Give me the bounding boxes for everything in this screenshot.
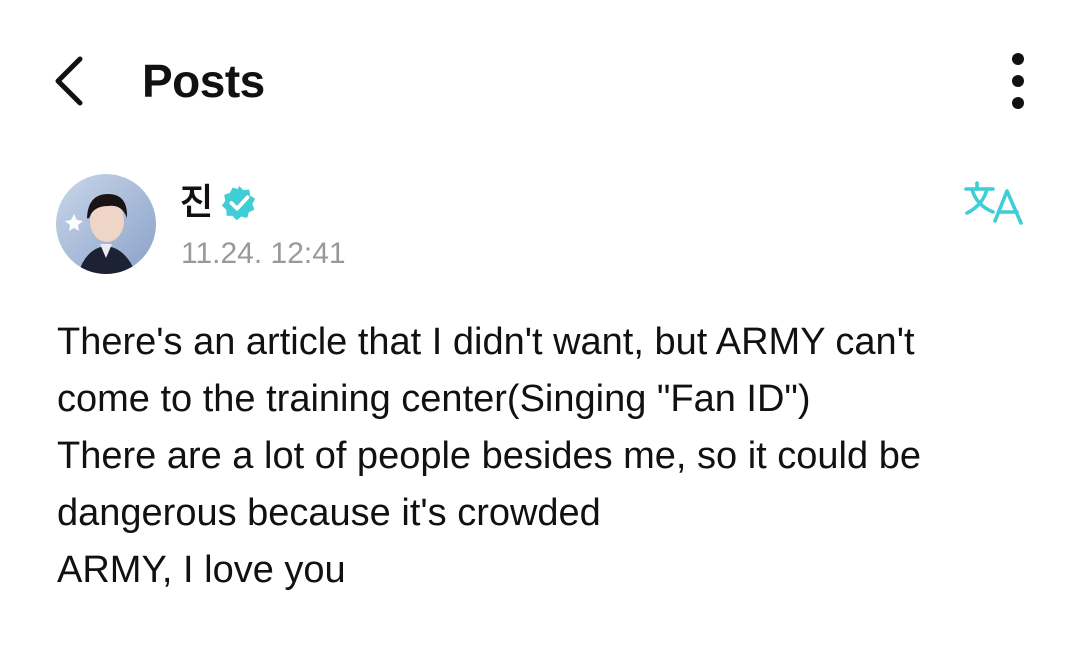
translate-icon [964,181,1023,225]
post-timestamp: 11.24. 12:41 [181,237,346,270]
post-text-line: There are a lot of people besides me, so… [57,435,921,477]
chevron-left-icon [55,56,83,106]
post-text-line: dangerous because it's crowded [57,492,601,534]
post-text-line: There's an article that I didn't want, b… [57,321,915,363]
more-options-button[interactable] [990,46,1046,116]
verified-badge-icon [221,185,256,221]
more-vertical-icon [1012,53,1024,109]
back-button[interactable] [36,46,100,116]
translate-button[interactable] [960,176,1030,232]
app-header: Posts [0,0,1080,160]
post-author-row: 진 11.24. 12:41 [0,170,1080,280]
post-text-line: come to the training center(Singing "Fan… [57,378,811,420]
post-text-line: ARMY, I love you [57,549,346,591]
post-body: There's an article that I didn't want, b… [57,314,1037,599]
avatar[interactable] [56,174,156,274]
page-title: Posts [142,55,265,107]
author-name[interactable]: 진 [180,180,213,224]
